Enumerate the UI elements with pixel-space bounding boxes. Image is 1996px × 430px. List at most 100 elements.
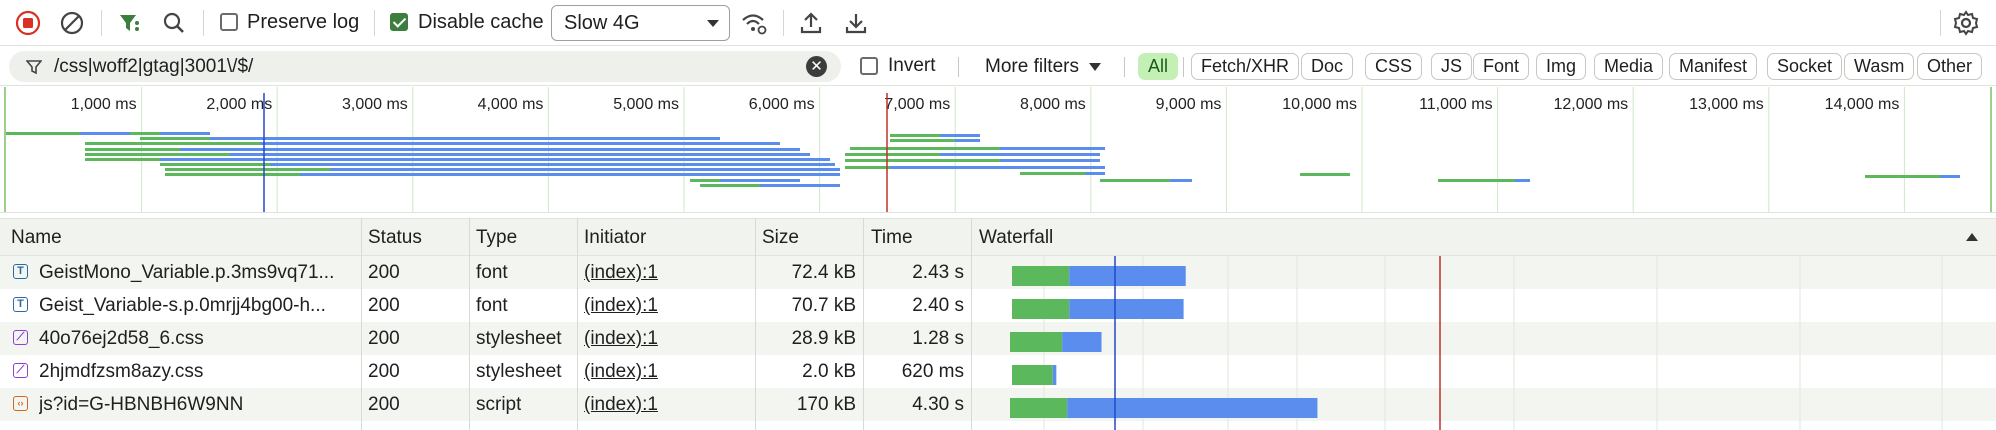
column-header-initiator[interactable]: Initiator bbox=[584, 227, 646, 249]
overview-request-bar bbox=[85, 158, 160, 161]
overview-request-bar bbox=[300, 173, 840, 176]
type-chip-wasm[interactable]: Wasm bbox=[1844, 53, 1915, 80]
type-chip-font[interactable]: Font bbox=[1473, 53, 1530, 80]
record-stop-icon[interactable] bbox=[14, 9, 42, 37]
request-initiator-link[interactable]: (index):1 bbox=[584, 295, 658, 317]
overview-request-bar bbox=[1940, 175, 1960, 178]
overview-request-bar bbox=[270, 163, 835, 166]
request-time: 2.40 s bbox=[912, 295, 964, 316]
overview-request-bar bbox=[1000, 159, 1100, 162]
type-chip-all[interactable]: All bbox=[1138, 53, 1179, 80]
overview-right-handle bbox=[1990, 87, 1992, 212]
overview-left-handle bbox=[4, 87, 6, 212]
request-name[interactable]: 2hjmdfzsm8azy.css bbox=[39, 361, 349, 383]
overview-tick-label: 4,000 ms bbox=[478, 96, 544, 113]
overview-graph: 1,000 ms 2,000 ms 3,000 ms 4,000 ms 5,000 ms… bbox=[4, 87, 1992, 212]
throttling-select[interactable]: Slow 4G bbox=[551, 5, 730, 41]
waterfall-chart bbox=[1010, 256, 1943, 430]
waterfall-download-bar bbox=[1062, 332, 1102, 352]
overview-request-bar bbox=[180, 148, 800, 151]
request-table-header: Name Status Type Initiator Size Time Wat… bbox=[0, 218, 1996, 256]
overview-tick-label: 2,000 ms bbox=[206, 96, 272, 113]
column-divider[interactable] bbox=[863, 218, 864, 430]
css-file-icon: ⟋ bbox=[13, 330, 28, 345]
request-initiator-link[interactable]: (index):1 bbox=[584, 361, 658, 383]
overview-request-bar bbox=[1515, 179, 1530, 182]
css-file-icon: ⟋ bbox=[13, 363, 28, 378]
toolbar-divider bbox=[783, 10, 784, 36]
upload-icon[interactable] bbox=[797, 9, 825, 37]
type-chip-manifest[interactable]: Manifest bbox=[1669, 53, 1758, 80]
overview-request-bar bbox=[890, 166, 1105, 169]
overview-tick-label: 3,000 ms bbox=[342, 96, 408, 113]
column-header-name[interactable]: Name bbox=[11, 227, 62, 249]
overview-request-bar bbox=[890, 134, 940, 137]
request-size: 170 kB bbox=[796, 394, 856, 415]
type-chip-js[interactable]: JS bbox=[1431, 53, 1473, 80]
request-initiator-link[interactable]: (index):1 bbox=[584, 328, 658, 350]
column-header-status[interactable]: Status bbox=[368, 227, 422, 249]
settings-gear-icon[interactable] bbox=[1952, 9, 1980, 37]
overview-tick-label: 12,000 ms bbox=[1553, 96, 1628, 113]
type-chip-media[interactable]: Media bbox=[1594, 53, 1664, 80]
overview-request-bar bbox=[1170, 179, 1192, 182]
toolbar-divider bbox=[374, 10, 375, 36]
overview-request-bar bbox=[80, 132, 130, 135]
request-name[interactable]: js?id=G-HBNBH6W9NN bbox=[39, 394, 349, 416]
request-initiator-link[interactable]: (index):1 bbox=[584, 262, 658, 284]
type-chip-socket[interactable]: Socket bbox=[1767, 53, 1843, 80]
invert-label: Invert bbox=[888, 55, 936, 76]
column-header-waterfall[interactable]: Waterfall bbox=[979, 227, 1053, 249]
request-status: 200 bbox=[368, 295, 400, 316]
overview-request-bar bbox=[260, 142, 780, 145]
filter-icon[interactable] bbox=[116, 9, 144, 37]
request-size: 72.4 kB bbox=[791, 262, 856, 283]
request-status: 200 bbox=[368, 361, 400, 382]
request-time: 4.30 s bbox=[912, 394, 964, 415]
request-time: 2.43 s bbox=[912, 262, 964, 283]
request-name[interactable]: Geist_Variable-s.p.0mrjj4bg00-h... bbox=[39, 295, 349, 317]
search-icon[interactable] bbox=[160, 9, 188, 37]
column-header-type[interactable]: Type bbox=[476, 227, 517, 249]
type-chip-fetch-xhr[interactable]: Fetch/XHR bbox=[1191, 53, 1300, 80]
clear-filter-icon[interactable]: ✕ bbox=[806, 56, 827, 77]
clear-icon[interactable] bbox=[58, 9, 86, 37]
more-filters-dropdown[interactable]: More filters bbox=[985, 56, 1101, 78]
overview-request-bar bbox=[940, 153, 1100, 156]
request-type: font bbox=[476, 262, 508, 283]
column-divider[interactable] bbox=[755, 218, 756, 430]
overview-request-bar bbox=[845, 153, 940, 156]
wifi-settings-icon[interactable] bbox=[740, 9, 768, 37]
overview-request-bar bbox=[165, 173, 300, 176]
request-type: font bbox=[476, 295, 508, 316]
request-name[interactable]: 40o76ej2d58_6.css bbox=[39, 328, 349, 350]
type-chip-other[interactable]: Other bbox=[1917, 53, 1983, 80]
type-chip-css[interactable]: CSS bbox=[1365, 53, 1423, 80]
overview-request-bar bbox=[955, 139, 980, 142]
overview-request-bar bbox=[6, 132, 80, 135]
column-divider[interactable] bbox=[361, 218, 362, 430]
waterfall-waiting-bar bbox=[1012, 299, 1070, 319]
preserve-log-checkbox[interactable] bbox=[220, 13, 238, 31]
overview-timeline[interactable]: 1,000 ms 2,000 ms 3,000 ms 4,000 ms 5,000 ms… bbox=[0, 87, 1996, 213]
invert-checkbox[interactable] bbox=[860, 57, 878, 75]
column-header-size[interactable]: Size bbox=[762, 227, 799, 249]
column-header-time[interactable]: Time bbox=[871, 227, 913, 249]
column-divider[interactable] bbox=[577, 218, 578, 430]
request-status: 200 bbox=[368, 328, 400, 349]
request-initiator-link[interactable]: (index):1 bbox=[584, 394, 658, 416]
type-chip-doc[interactable]: Doc bbox=[1301, 53, 1354, 80]
request-status: 200 bbox=[368, 262, 400, 283]
filter-input[interactable]: /css|woff2|gtag|3001\/$/ ✕ bbox=[9, 51, 841, 82]
column-divider[interactable] bbox=[469, 218, 470, 430]
request-name[interactable]: GeistMono_Variable.p.3ms9vq71... bbox=[39, 262, 349, 284]
waterfall-download-bar bbox=[1067, 398, 1318, 418]
overview-request-bar bbox=[760, 184, 840, 187]
sort-ascending-icon[interactable] bbox=[1966, 233, 1978, 241]
font-file-icon: T bbox=[13, 264, 28, 279]
type-chip-img[interactable]: Img bbox=[1536, 53, 1587, 80]
toolbar-divider bbox=[1940, 10, 1941, 36]
download-icon[interactable] bbox=[842, 9, 870, 37]
disable-cache-checkbox[interactable] bbox=[390, 13, 408, 31]
font-file-icon: T bbox=[13, 297, 28, 312]
